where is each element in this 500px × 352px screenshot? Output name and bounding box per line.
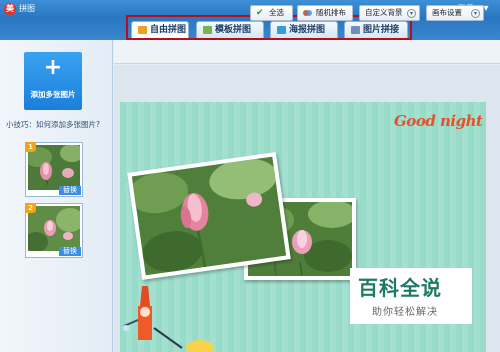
replace-button[interactable]: 替换: [59, 247, 81, 256]
help-tip-link[interactable]: 小技巧：如何添加多张图片?: [6, 119, 100, 130]
collage-photo-1[interactable]: [127, 152, 291, 280]
chevron-down-icon: ▾: [471, 9, 480, 18]
canvas-settings-label: 画布设置: [432, 8, 462, 17]
chevron-down-icon: ▾: [407, 9, 416, 18]
add-images-label: 添加多张图片: [30, 90, 76, 99]
cartoon-decoration: [123, 286, 214, 352]
thumbnail-2[interactable]: 2 替换: [25, 203, 83, 258]
add-images-button[interactable]: + 添加多张图片: [24, 52, 82, 110]
select-all-label: 全选: [269, 8, 284, 17]
thumbnail-photo: [28, 206, 80, 251]
app-title: 拼图: [19, 4, 35, 13]
checkmark-icon: ✔: [256, 8, 264, 18]
lotus-photo-1: [131, 156, 287, 276]
watermark-title: 百科全说: [358, 276, 442, 300]
thumbnail-number: 2: [25, 203, 36, 213]
thumbnail-photo: [28, 145, 80, 190]
canvas-settings-button[interactable]: 画布设置 ▾: [426, 5, 484, 21]
custom-background-label: 自定义背景: [365, 8, 403, 17]
good-night-sticker[interactable]: Good night: [394, 112, 483, 130]
random-arrange-label: 随机排布: [316, 8, 346, 17]
replace-button[interactable]: 替换: [59, 186, 81, 195]
watermark-subtitle: 助你轻松解决: [372, 307, 438, 318]
toolbar: [114, 40, 500, 64]
random-arrange-icon: [303, 9, 312, 17]
watermark-box: 百科全说 助你轻松解决: [350, 268, 472, 324]
select-all-button[interactable]: ✔ 全选: [250, 5, 293, 21]
app-logo-icon: 美: [4, 3, 16, 15]
custom-background-button[interactable]: 自定义背景 ▾: [359, 5, 420, 21]
thumbnail-1[interactable]: 1 替换: [25, 142, 83, 197]
random-arrange-button[interactable]: 随机排布: [297, 5, 353, 21]
plus-icon: +: [43, 55, 63, 80]
thumbnail-number: 1: [25, 142, 36, 152]
